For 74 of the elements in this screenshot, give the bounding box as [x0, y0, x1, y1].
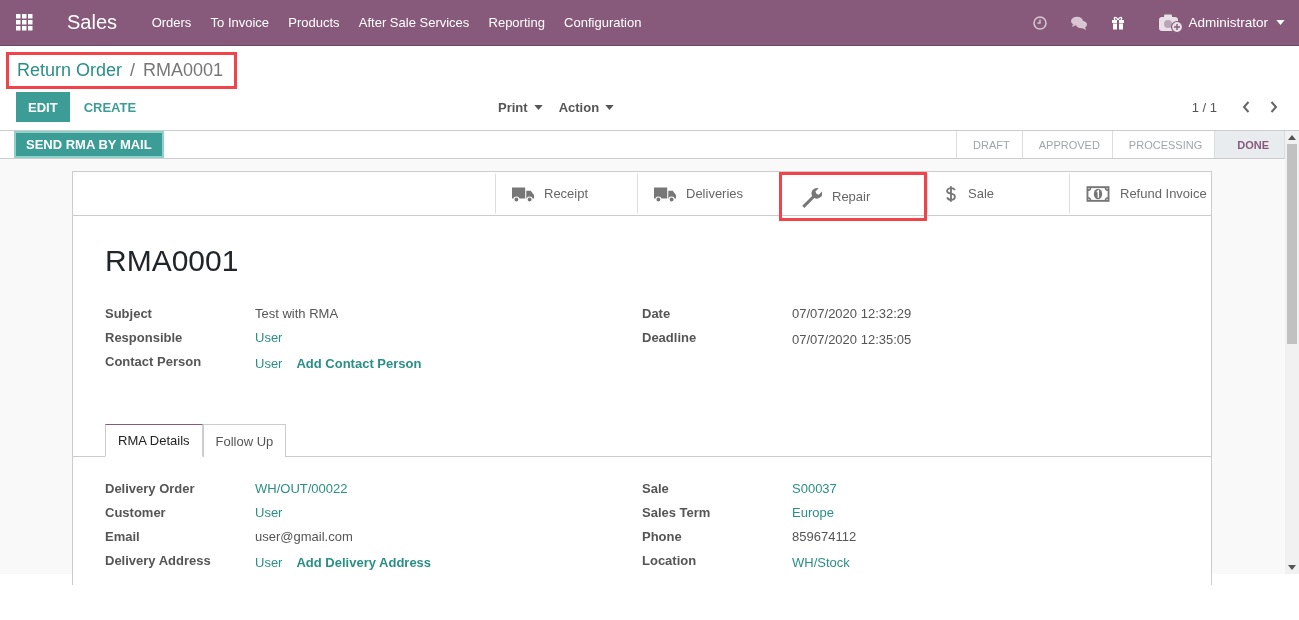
field-value: 07/07/2020 12:35:05 — [792, 332, 912, 347]
user-menu-button[interactable]: Administrator — [1137, 12, 1299, 33]
chevron-right-icon — [1270, 101, 1278, 113]
field-link[interactable]: User — [255, 330, 283, 345]
field-label: Phone — [642, 529, 683, 544]
chevron-left-icon — [1242, 101, 1250, 113]
field-label: Location — [642, 553, 698, 568]
field-label: Email — [105, 529, 141, 544]
add-link[interactable]: Add Delivery Address — [296, 555, 432, 570]
send-mail-button[interactable]: SEND RMA BY MAIL — [14, 131, 164, 158]
smart-button[interactable]: Receipt — [495, 172, 637, 215]
create-button[interactable]: CREATE — [69, 92, 151, 122]
caret-icon — [533, 104, 543, 110]
field-label: Delivery Address — [105, 553, 212, 568]
dropdown-button[interactable]: Print — [498, 99, 543, 115]
menu-item[interactable]: Reporting — [478, 15, 555, 30]
menu-item[interactable]: Configuration — [554, 15, 651, 30]
breadcrumb-separator: / — [130, 60, 136, 81]
scrollbar[interactable] — [1285, 131, 1299, 574]
camera-avatar-icon — [1159, 12, 1184, 33]
field-label: Contact Person — [105, 354, 203, 369]
field-link[interactable]: User — [255, 505, 283, 520]
caret-icon — [1276, 20, 1285, 25]
field-link[interactable]: S00037 — [792, 481, 837, 496]
field-label: Date — [642, 306, 672, 321]
breadcrumb-current: RMA0001 — [143, 60, 224, 81]
pager-counter: 1 / 1 — [1191, 99, 1217, 115]
tab[interactable]: RMA Details — [105, 424, 203, 457]
menu-item[interactable]: Products — [278, 15, 350, 30]
tab[interactable]: Follow Up — [202, 424, 287, 457]
scroll-down-icon — [1288, 565, 1296, 570]
field-link[interactable]: Europe — [792, 505, 834, 520]
smart-button[interactable]: Sale — [927, 172, 1069, 215]
field-label: Subject — [105, 306, 153, 321]
banknote-icon — [1086, 183, 1110, 204]
menu-item[interactable]: After Sale Services — [349, 15, 479, 30]
field-value: user@gmail.com — [255, 529, 353, 544]
scroll-up-icon — [1288, 135, 1296, 140]
smart-button[interactable]: Repair — [779, 172, 927, 221]
field-value: 859674112 — [792, 529, 857, 544]
field-link[interactable]: WH/OUT/00022 — [255, 481, 348, 496]
gift-icon — [1111, 15, 1126, 30]
field-label: Sale — [642, 481, 670, 496]
truck-icon — [654, 184, 676, 203]
smart-button[interactable]: Deliveries — [637, 172, 779, 215]
field-label: Delivery Order — [105, 481, 196, 496]
field-link[interactable]: User — [255, 356, 283, 371]
field-label: Deadline — [642, 330, 698, 345]
field-link[interactable]: User — [255, 555, 283, 570]
truck-icon — [512, 184, 534, 203]
dropdown-button[interactable]: Action — [558, 99, 615, 115]
field-value: Test with RMA — [255, 306, 339, 321]
grid-menu-icon — [15, 14, 33, 31]
breadcrumb-link[interactable]: Return Order — [17, 60, 123, 81]
edit-button[interactable]: EDIT — [16, 92, 70, 122]
clock-icon — [1033, 15, 1048, 30]
smart-button[interactable]: Refund Invoice — [1069, 172, 1211, 215]
scrollbar-thumb[interactable] — [1287, 144, 1297, 344]
stage-button[interactable]: DRAFT — [957, 131, 1023, 158]
caret-icon — [605, 104, 615, 110]
stage-button[interactable]: DONE — [1215, 131, 1285, 158]
field-value: 07/07/2020 12:32:29 — [792, 306, 912, 321]
menu-item[interactable]: To Invoice — [200, 15, 279, 30]
wrench-icon — [800, 185, 822, 208]
app-title: Sales — [67, 11, 118, 34]
stage-button[interactable]: APPROVED — [1022, 131, 1113, 158]
add-link[interactable]: Add Contact Person — [296, 356, 422, 371]
record-title: RMA0001 — [105, 244, 240, 278]
field-label: Sales Term — [642, 505, 712, 520]
field-link[interactable]: WH/Stock — [792, 555, 850, 570]
chat-icon — [1071, 15, 1088, 30]
field-label: Customer — [105, 505, 167, 520]
menu-item[interactable]: Orders — [142, 15, 201, 30]
field-label: Responsible — [105, 330, 184, 345]
